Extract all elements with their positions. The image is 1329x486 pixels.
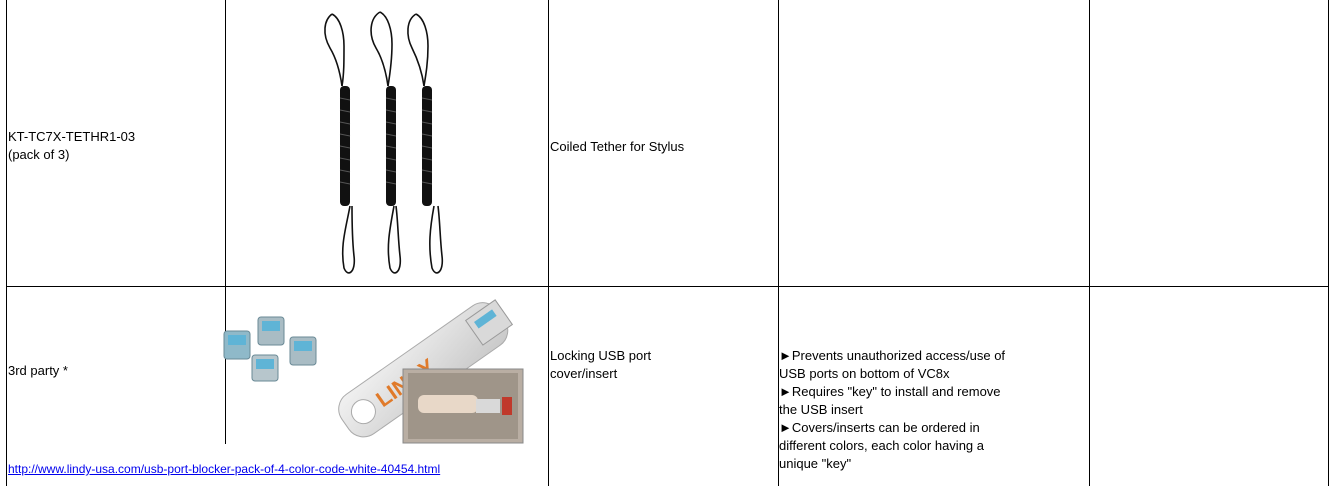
note-line: ►Requires "key" to install and remove	[779, 384, 1001, 399]
note-line: the USB insert	[779, 402, 863, 417]
coiled-tether-image	[324, 11, 444, 274]
part-number-1: KT-TC7X-TETHR1-03 (pack of 3)	[8, 129, 136, 162]
description-2: Locking USB port cover/insert	[550, 348, 652, 381]
note-line: ►Covers/inserts can be ordered in	[779, 420, 980, 435]
column-divider-2	[548, 0, 549, 486]
row-divider	[6, 286, 1329, 287]
usb-port-blocker-image: LINDY	[223, 299, 524, 444]
accessory-table	[0, 0, 1329, 486]
description-1: Coiled Tether for Stylus	[550, 139, 685, 154]
note-line: USB ports on bottom of VC8x	[779, 366, 950, 381]
note-line: ►Prevents unauthorized access/use of	[779, 348, 1006, 363]
lindy-product-link[interactable]: http://www.lindy-usa.com/usb-port-blocke…	[8, 462, 440, 476]
column-divider-4	[1089, 0, 1090, 486]
note-line: different colors, each color having a	[779, 438, 984, 453]
table-border-left	[6, 0, 7, 486]
note-line: unique "key"	[779, 456, 852, 471]
part-number-2: 3rd party *	[8, 363, 68, 378]
feature-notes: ►Prevents unauthorized access/use of USB…	[779, 347, 1005, 473]
